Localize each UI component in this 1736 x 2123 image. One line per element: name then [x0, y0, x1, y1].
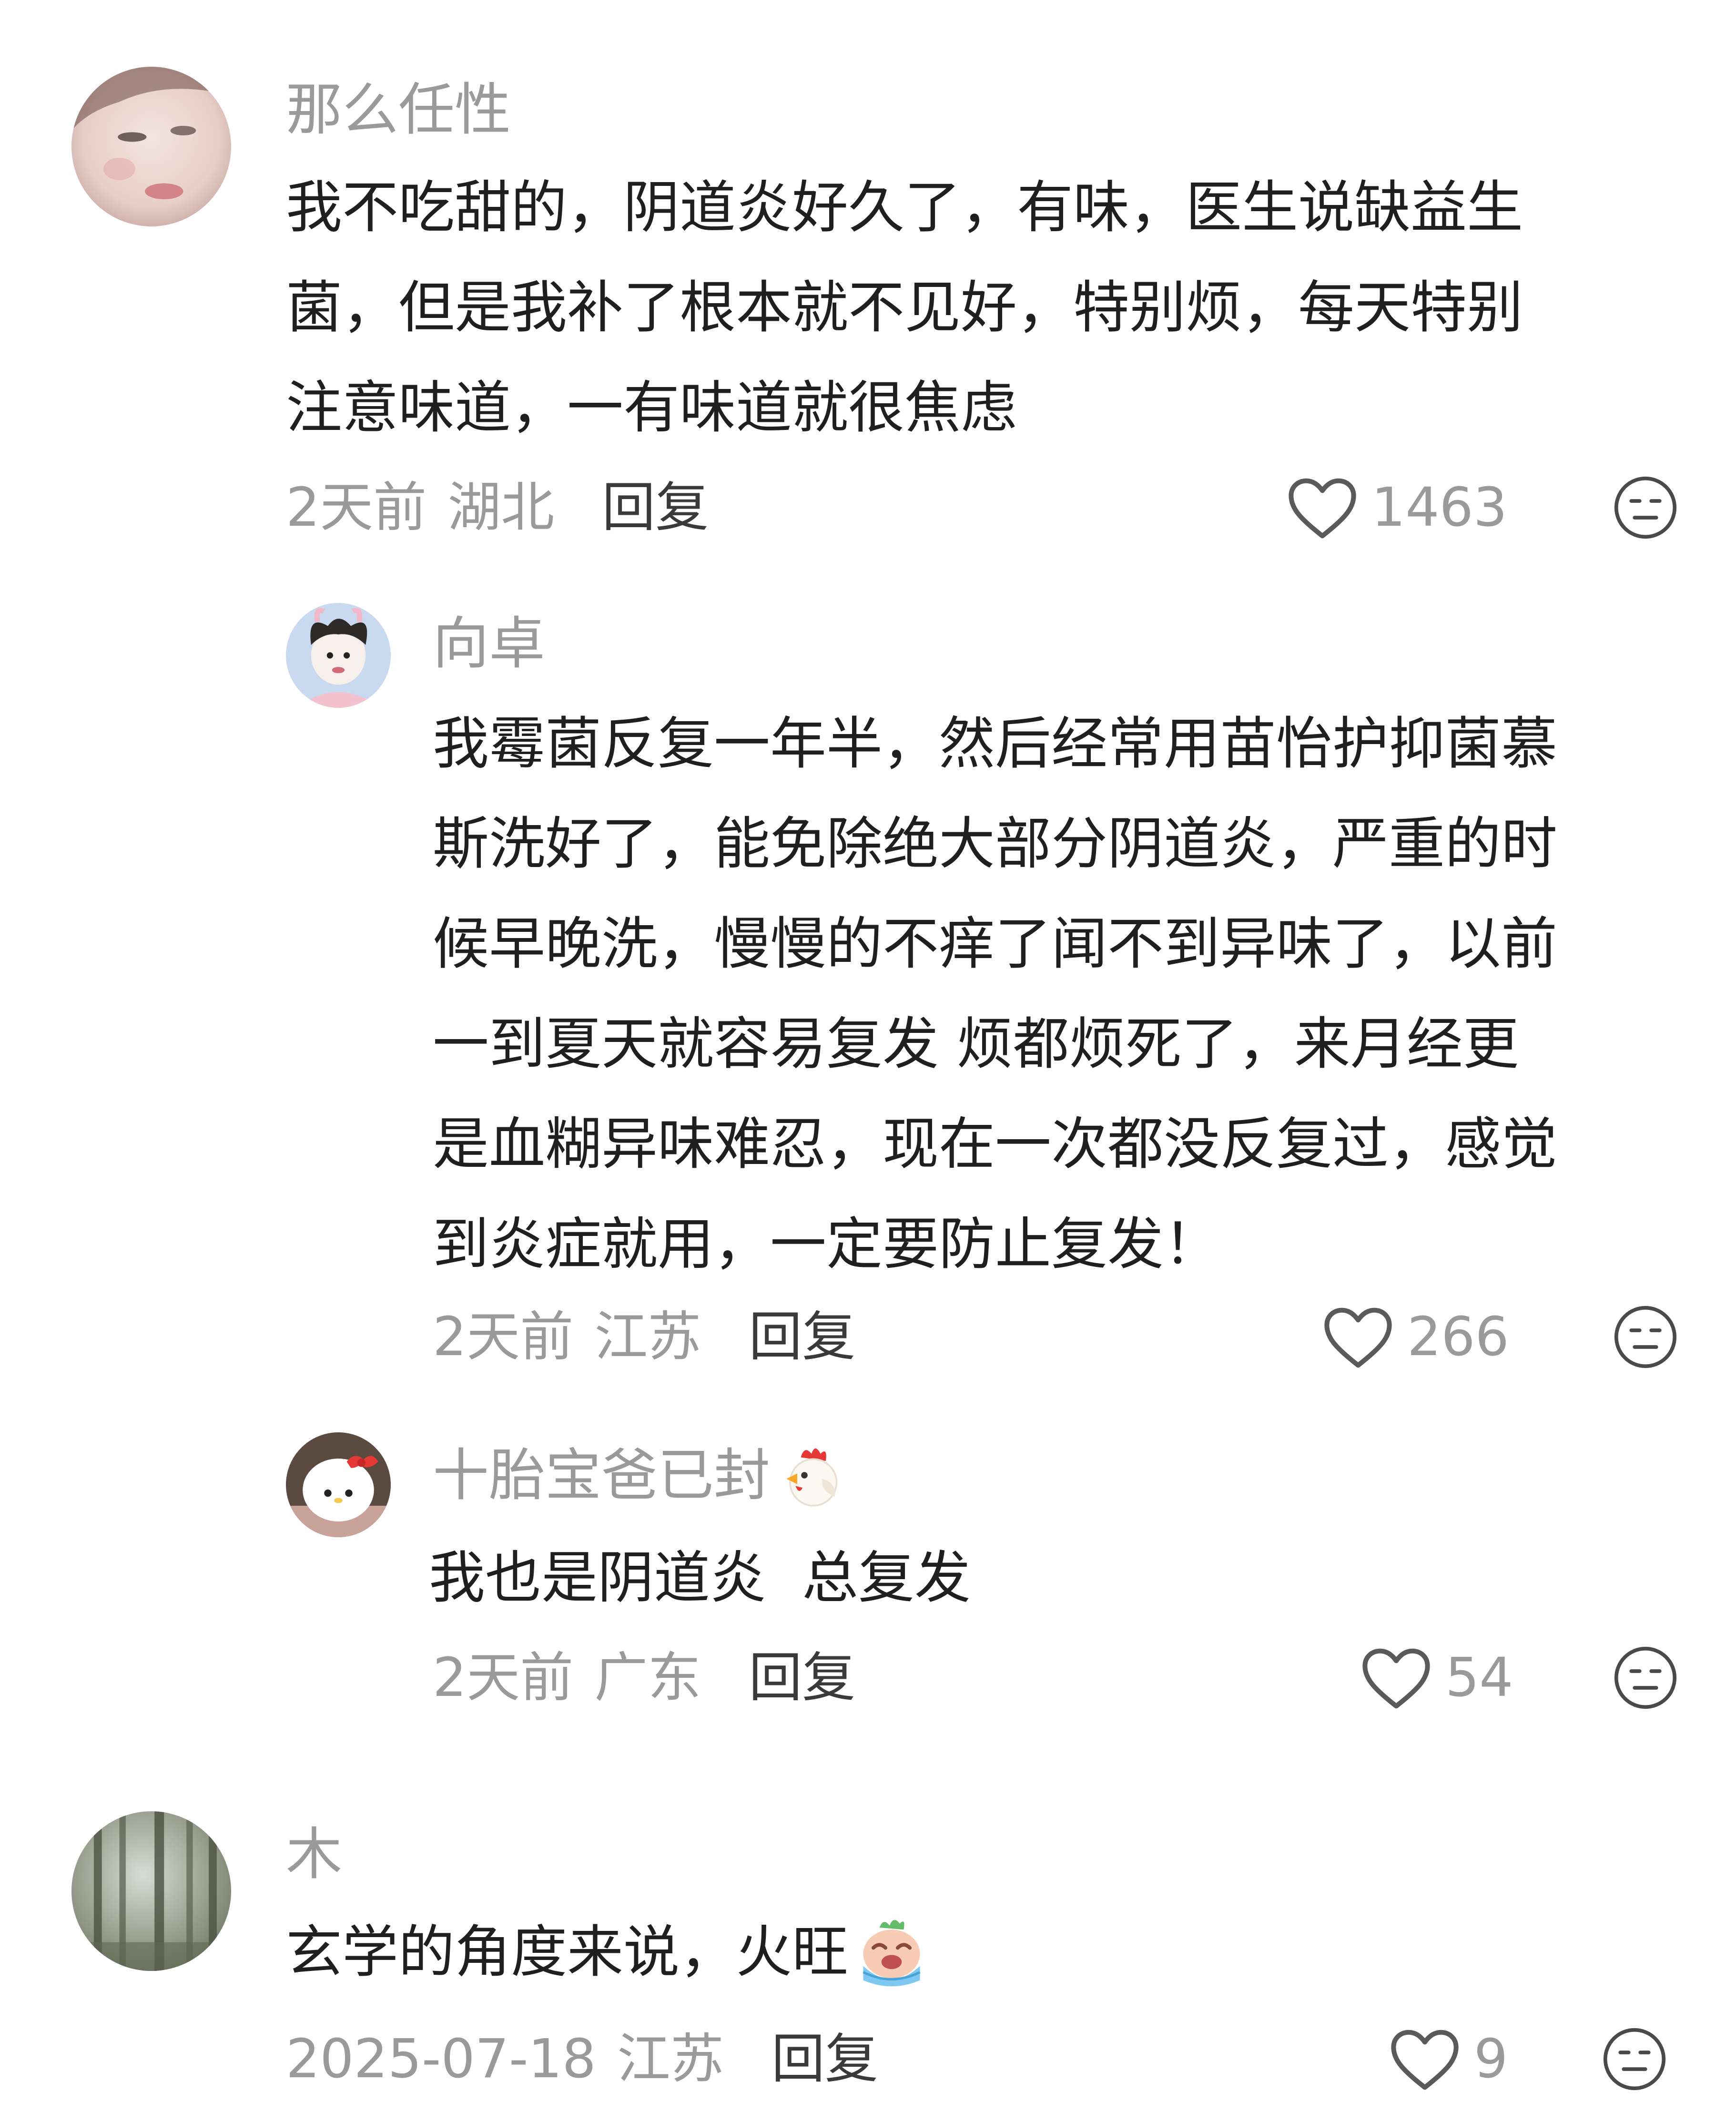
like-count: 54 — [1445, 1647, 1513, 1709]
avatar[interactable] — [286, 1432, 391, 1537]
reply-button[interactable]: 回复 — [749, 1301, 855, 1373]
like-button[interactable]: 1463 — [1287, 472, 1507, 543]
comment-meta: 2天前 江苏 回复 — [433, 1301, 855, 1373]
comment-text: 我也是阴道炎 总复发 — [429, 1528, 971, 1628]
username[interactable]: 向卓 — [433, 608, 545, 679]
heart-outline-icon — [1324, 1307, 1392, 1368]
chicken-emoji — [776, 1439, 847, 1511]
comment-line: 是血糊异味难忍，现在一次都没反复过，感觉 — [433, 1111, 1558, 1177]
comment-text: 我霉菌反复一年半，然后经常用苗怡护抑菌慕 斯洗好了，能免除绝大部分阴道炎，严重的… — [433, 694, 1557, 1294]
crying-emoji — [851, 1911, 932, 1992]
comment-line: 玄学的角度来说，火旺 — [286, 1919, 849, 1985]
heart-outline-icon — [1362, 1648, 1430, 1709]
username[interactable]: 那么任性 — [286, 74, 511, 145]
avatar[interactable] — [286, 603, 391, 708]
comment-meta: 2025-07-18 江苏 回复 — [286, 2023, 878, 2095]
like-count: 266 — [1407, 1306, 1509, 1368]
username[interactable]: 十胎宝爸已封 — [433, 1439, 847, 1511]
comment-time: 2025-07-18 — [286, 2028, 596, 2090]
comment-line: 我也是阴道炎 总复发 — [429, 1545, 971, 1611]
heart-outline-icon — [1391, 2030, 1459, 2090]
neutral-face-icon[interactable] — [1612, 1304, 1679, 1370]
comment-line: 斯洗好了，能免除绝大部分阴道炎，严重的时 — [433, 811, 1558, 877]
avatar[interactable] — [71, 67, 231, 226]
like-count: 1463 — [1371, 477, 1508, 539]
reply-button[interactable]: 回复 — [602, 472, 709, 543]
comment-location: 湖北 — [447, 477, 555, 539]
comment-line: 到炎症就用，一定要防止复发！ — [433, 1211, 1220, 1277]
comment-time: 2天前 — [433, 1647, 574, 1709]
comment-time: 2天前 — [286, 477, 427, 539]
comment-line: 菌，但是我补了根本就不见好，特别烦，每天特别 — [286, 275, 1523, 340]
username-text: 十胎宝爸已封 — [433, 1442, 771, 1508]
comment-line: 候早晚洗，慢慢的不痒了闻不到异味了，以前 — [433, 911, 1558, 977]
reply-button[interactable]: 回复 — [749, 1642, 855, 1714]
like-button[interactable]: 9 — [1389, 2023, 1508, 2095]
comment-text: 我不吃甜的，阴道炎好久了，有味，医生说缺益生 菌，但是我补了根本就不见好，特别烦… — [286, 157, 1523, 458]
like-button[interactable]: 54 — [1360, 1642, 1513, 1714]
comment-line: 注意味道，一有味道就很焦虑 — [286, 375, 1017, 440]
avatar[interactable] — [71, 1811, 231, 1971]
neutral-face-icon[interactable] — [1601, 2026, 1668, 2092]
comment-time: 2天前 — [433, 1306, 574, 1368]
comment-location: 江苏 — [617, 2028, 724, 2090]
comment-line: 我霉菌反复一年半，然后经常用苗怡护抑菌慕 — [433, 711, 1558, 776]
comment-meta: 2天前 湖北 回复 — [286, 472, 709, 543]
comment-text: 玄学的角度来说，火旺 — [286, 1902, 932, 2002]
heart-outline-icon — [1289, 478, 1356, 539]
comment-meta: 2天前 广东 回复 — [433, 1642, 855, 1714]
comment-line: 一到夏天就容易复发 烦都烦死了，来月经更 — [433, 1011, 1519, 1077]
comment-location: 广东 — [594, 1647, 701, 1709]
like-button[interactable]: 266 — [1322, 1301, 1509, 1373]
comment-line: 我不吃甜的，阴道炎好久了，有味，医生说缺益生 — [286, 174, 1523, 240]
reply-button[interactable]: 回复 — [772, 2023, 878, 2095]
neutral-face-icon[interactable] — [1612, 474, 1679, 541]
username[interactable]: 木 — [286, 1818, 342, 1890]
neutral-face-icon[interactable] — [1612, 1644, 1679, 1711]
like-count: 9 — [1474, 2028, 1508, 2090]
comment-location: 江苏 — [594, 1306, 701, 1368]
